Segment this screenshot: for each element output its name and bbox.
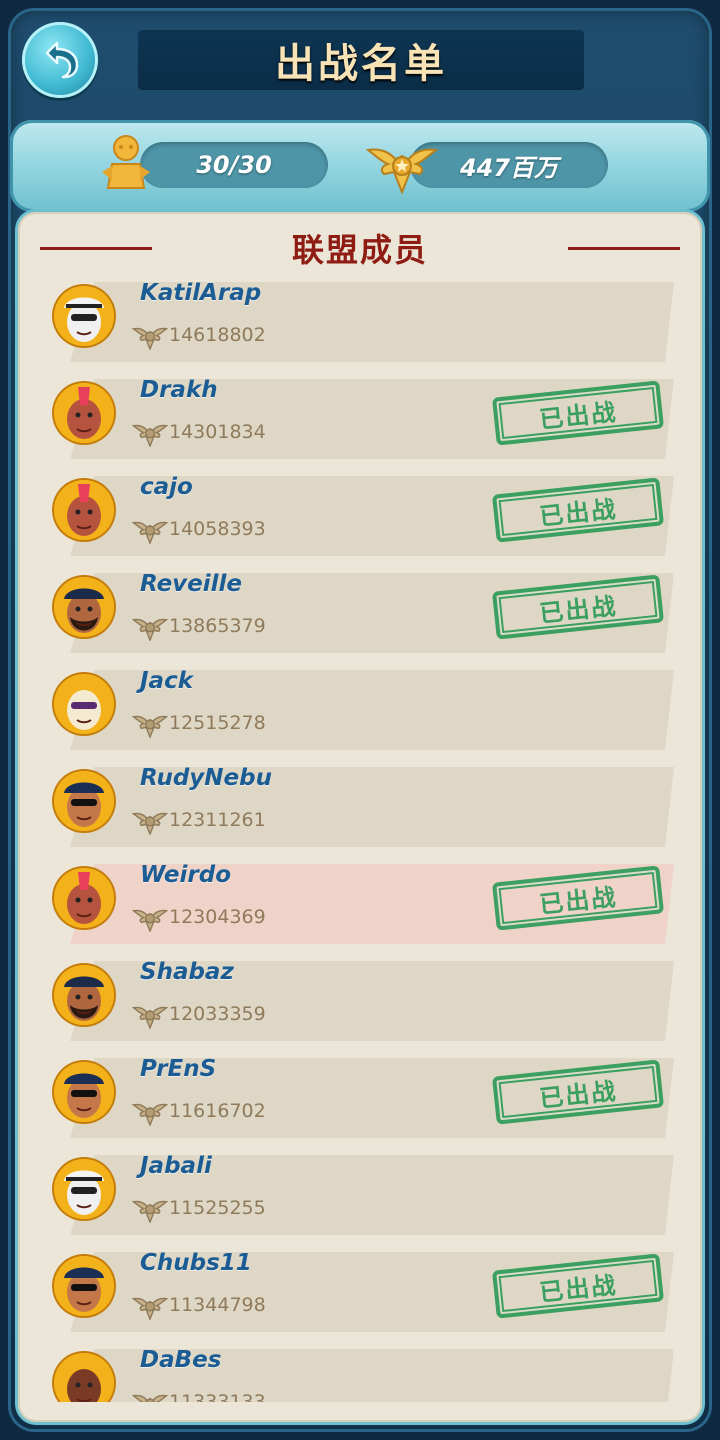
member-row[interactable]: RudyNebu 12311261 <box>18 765 702 849</box>
member-name: Jack <box>140 668 194 694</box>
power-eagle-icon <box>131 322 169 354</box>
member-avatar[interactable] <box>54 965 114 1025</box>
member-power: 11333133 <box>169 1391 266 1402</box>
power-eagle-icon <box>131 1389 169 1402</box>
member-name: Reveille <box>140 571 243 597</box>
member-power: 14618802 <box>169 324 266 346</box>
back-arrow-icon <box>45 41 79 79</box>
page-title: 出战名单 <box>275 41 447 87</box>
member-name: PrEnS <box>140 1056 217 1082</box>
stats-panel: 30/30 447百万 <box>10 120 710 212</box>
member-count-pill: 30/30 <box>140 142 328 188</box>
member-row[interactable]: Reveille 13865379 已出战 <box>18 571 702 655</box>
section-header: 联盟成员 <box>18 226 702 270</box>
back-button[interactable] <box>22 22 98 98</box>
member-list[interactable]: KatilArap 14618802 Drakh 14301834 已出战 cajo 140… <box>18 280 702 1402</box>
member-power: 11525255 <box>169 1197 266 1219</box>
total-power: 447百万 <box>459 153 559 182</box>
member-row[interactable]: Chubs11 11344798 已出战 <box>18 1250 702 1334</box>
member-avatar[interactable] <box>54 1159 114 1219</box>
member-power: 14301834 <box>169 421 266 443</box>
member-power: 11616702 <box>169 1100 266 1122</box>
member-avatar[interactable] <box>54 383 114 443</box>
member-power: 12515278 <box>169 712 266 734</box>
member-name: KatilArap <box>140 280 262 306</box>
member-avatar[interactable] <box>54 771 114 831</box>
member-avatar[interactable] <box>54 868 114 928</box>
power-eagle-icon <box>131 1098 169 1130</box>
member-row[interactable]: cajo 14058393 已出战 <box>18 474 702 558</box>
power-eagle-icon <box>131 613 169 645</box>
total-power-pill: 447百万 <box>410 142 608 188</box>
member-row[interactable]: Weirdo 12304369 已出战 <box>18 862 702 946</box>
member-row[interactable]: PrEnS 11616702 已出战 <box>18 1056 702 1140</box>
member-avatar[interactable] <box>54 480 114 540</box>
power-eagle-icon <box>131 904 169 936</box>
member-icon <box>102 135 150 189</box>
member-name: Shabaz <box>140 959 234 985</box>
power-eagle-icon <box>131 710 169 742</box>
member-avatar[interactable] <box>54 1256 114 1316</box>
power-eagle-icon <box>131 1292 169 1324</box>
power-eagle-icon <box>131 1001 169 1033</box>
member-avatar[interactable] <box>54 286 114 346</box>
member-row[interactable]: KatilArap 14618802 <box>18 280 702 364</box>
section-title: 联盟成员 <box>291 231 428 269</box>
member-name: Chubs11 <box>140 1250 252 1276</box>
member-row[interactable]: Drakh 14301834 已出战 <box>18 377 702 461</box>
power-eagle-icon <box>131 1195 169 1227</box>
member-power: 12033359 <box>169 1003 266 1025</box>
member-name: cajo <box>140 474 193 500</box>
member-power: 12304369 <box>169 906 266 928</box>
member-row[interactable]: Jabali 11525255 <box>18 1153 702 1237</box>
member-row[interactable]: DaBes 11333133 <box>18 1347 702 1402</box>
member-power: 13865379 <box>169 615 266 637</box>
member-list-panel: 联盟成员 KatilArap 14618802 Drakh 14301834 已出战 ca… <box>18 212 702 1422</box>
member-row[interactable]: Jack 12515278 <box>18 668 702 752</box>
member-power: 11344798 <box>169 1294 266 1316</box>
title-bar: 出战名单 <box>138 30 584 90</box>
member-power: 12311261 <box>169 809 266 831</box>
member-name: DaBes <box>140 1347 222 1373</box>
eagle-emblem-icon <box>366 148 438 194</box>
member-name: RudyNebu <box>140 765 272 791</box>
member-avatar[interactable] <box>54 577 114 637</box>
member-avatar[interactable] <box>54 1062 114 1122</box>
member-count: 30/30 <box>196 151 272 179</box>
member-name: Weirdo <box>140 862 231 888</box>
member-power: 14058393 <box>169 518 266 540</box>
power-eagle-icon <box>131 516 169 548</box>
power-eagle-icon <box>131 419 169 451</box>
member-avatar[interactable] <box>54 674 114 734</box>
power-eagle-icon <box>131 807 169 839</box>
member-name: Jabali <box>140 1153 212 1179</box>
member-name: Drakh <box>140 377 218 403</box>
member-row[interactable]: Shabaz 12033359 <box>18 959 702 1043</box>
